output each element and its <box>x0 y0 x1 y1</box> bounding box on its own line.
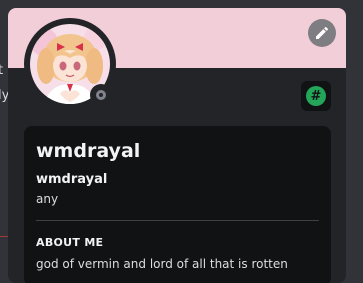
about-me-heading: ABOUT ME <box>36 236 104 249</box>
hash-icon: # <box>306 86 326 106</box>
background-divider <box>0 236 8 237</box>
profile-badge[interactable]: # <box>301 81 331 111</box>
background-text-fragment: t <box>0 63 4 78</box>
about-me-text: god of vermin and lord of all that is ro… <box>36 257 288 271</box>
divider <box>36 220 319 221</box>
status-indicator <box>90 84 112 106</box>
edit-profile-button[interactable] <box>308 19 336 47</box>
username: wmdrayal <box>36 172 108 187</box>
profile-popout: # wmdrayal wmdrayal any ABOUT ME god of … <box>8 8 346 283</box>
pencil-icon <box>316 26 329 39</box>
pronouns: any <box>36 192 59 206</box>
offline-status-icon <box>96 90 106 100</box>
profile-info-panel: wmdrayal wmdrayal any ABOUT ME god of ve… <box>24 126 331 283</box>
display-name: wmdrayal <box>36 140 141 162</box>
